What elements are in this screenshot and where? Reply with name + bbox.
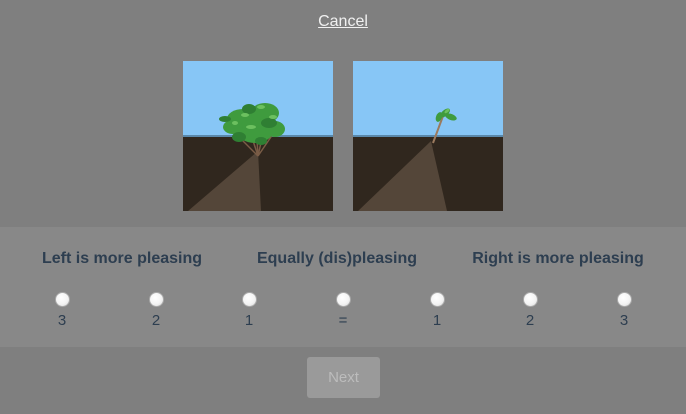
radio-equal[interactable]: = (328, 292, 358, 329)
left-preference-label: Left is more pleasing (41, 250, 203, 267)
right-preference-label: Right is more pleasing (472, 250, 644, 267)
radio-left-2[interactable]: 2 (141, 292, 171, 329)
radio-label: 1 (244, 312, 254, 329)
radio-button[interactable] (522, 292, 538, 307)
equal-preference-label: Equally (dis)pleasing (256, 250, 418, 267)
radio-right-1[interactable]: 1 (422, 292, 452, 329)
radio-label: 3 (57, 312, 67, 329)
radio-label: 3 (619, 312, 629, 329)
radio-left-1[interactable]: 1 (234, 292, 264, 329)
radio-button[interactable] (429, 292, 445, 307)
next-button[interactable]: Next (307, 357, 380, 398)
radio-button[interactable] (148, 292, 164, 307)
cancel-link[interactable]: Cancel (0, 13, 686, 31)
radio-label: 2 (525, 312, 535, 329)
radio-button[interactable] (241, 292, 257, 307)
radio-button[interactable] (54, 292, 70, 307)
radio-button[interactable] (616, 292, 632, 307)
left-plant-image (183, 61, 333, 211)
radio-left-3[interactable]: 3 (47, 292, 77, 329)
rating-panel: Left is more pleasing Equally (dis)pleas… (0, 227, 686, 347)
right-plant-image (353, 61, 503, 211)
radio-label: = (338, 312, 348, 329)
radio-label: 2 (151, 312, 161, 329)
radio-label: 1 (432, 312, 442, 329)
radio-button[interactable] (335, 292, 351, 307)
radio-right-3[interactable]: 3 (609, 292, 639, 329)
radio-right-2[interactable]: 2 (515, 292, 545, 329)
